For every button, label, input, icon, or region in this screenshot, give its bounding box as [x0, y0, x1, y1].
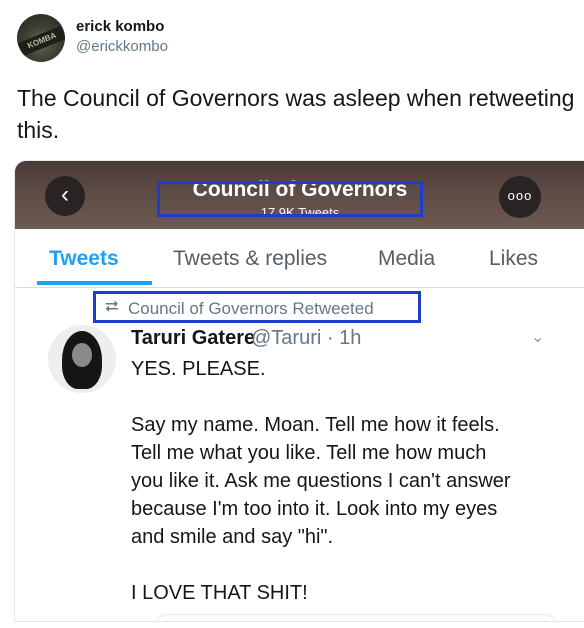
- profile-tabs: Tweets Tweets & replies Media Likes: [15, 229, 584, 288]
- tab-likes: Likes: [489, 247, 539, 270]
- chevron-down-icon: ⌄: [531, 329, 545, 346]
- embedded-screenshot[interactable]: ‹ Council of Governors 17.9K Tweets ooo …: [14, 160, 584, 622]
- active-tab-indicator: [37, 281, 152, 285]
- retweet-icon: ⮂: [105, 297, 119, 316]
- inner-avatar: [48, 325, 116, 393]
- retweet-label: Council of Governors Retweeted: [128, 299, 374, 318]
- author-name[interactable]: erick kombo: [76, 18, 164, 35]
- tab-tweets-replies: Tweets & replies: [173, 247, 328, 270]
- inner-tweet-body: YES. PLEASE. Say my name. Moan. Tell me …: [131, 358, 511, 604]
- tweet-avatar[interactable]: KOMBA: [17, 14, 65, 62]
- profile-header: ‹ Council of Governors 17.9K Tweets ooo: [15, 161, 584, 229]
- card-edge: [155, 614, 557, 621]
- tab-tweets: Tweets: [49, 247, 119, 270]
- avatar-cap-text: KOMBA: [18, 25, 65, 57]
- tweet-text: The Council of Governors was asleep when…: [17, 85, 575, 143]
- inner-author-name: Taruri Gatere: [131, 327, 256, 349]
- highlight-box-title: [157, 181, 423, 217]
- more-options-icon: ooo: [499, 176, 541, 218]
- author-handle[interactable]: @erickkombo: [76, 38, 168, 55]
- inner-author-meta: @Taruri · 1h: [251, 327, 362, 349]
- tab-media: Media: [378, 247, 436, 270]
